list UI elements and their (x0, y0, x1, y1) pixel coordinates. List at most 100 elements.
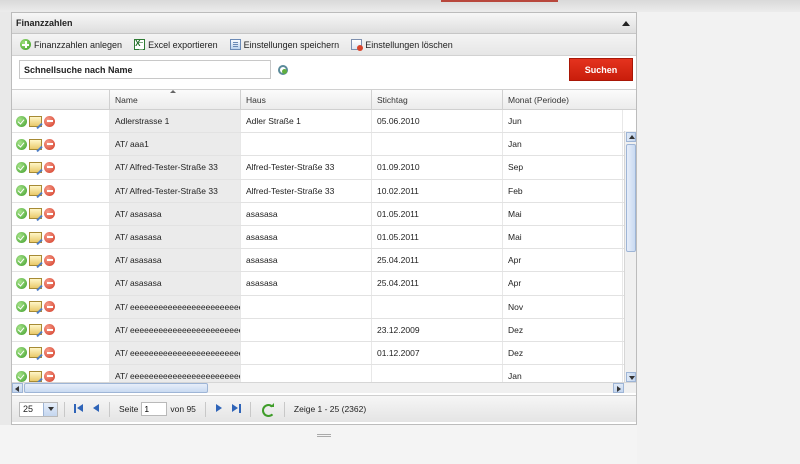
scroll-down-icon[interactable] (626, 372, 636, 382)
cell-stichtag: 23.12.2009 (372, 318, 503, 341)
current-page-input[interactable] (141, 402, 168, 416)
table-row[interactable]: AT/ eeeeeeeeeeeeeeeeeeeeeeee Nov (12, 295, 636, 319)
page-bottom-area (0, 425, 637, 464)
collapse-button[interactable] (621, 18, 631, 28)
confirm-icon[interactable] (16, 347, 27, 359)
search-button[interactable]: Suchen (569, 58, 633, 81)
horizontal-scroll-thumb[interactable] (24, 383, 208, 393)
confirm-icon[interactable] (16, 115, 27, 127)
table-row[interactable]: AT/ asasasa asasasa 25.04.2011 Apr (12, 272, 636, 296)
quick-search-input[interactable] (19, 60, 271, 79)
remove-icon[interactable] (44, 370, 55, 382)
confirm-icon[interactable] (16, 161, 27, 173)
table-row[interactable]: AT/ Alfred-Tester-Straße 33 Alfred-Tester… (12, 156, 636, 180)
cell-haus: Alfred-Tester-Straße 33 (241, 179, 372, 202)
horizontal-scrollbar[interactable] (12, 382, 636, 393)
remove-icon[interactable] (44, 231, 55, 243)
excel-export-button[interactable]: Excel exportieren (134, 39, 218, 50)
remove-icon[interactable] (44, 185, 55, 197)
confirm-icon[interactable] (16, 277, 27, 289)
edit-icon[interactable] (29, 208, 42, 220)
previous-page-icon[interactable] (89, 403, 101, 415)
table-row[interactable]: AT/ asasasa asasasa 01.05.2011 Mai (12, 202, 636, 226)
data-grid: Name Haus Stichtag Monat (Periode) Adler… (12, 89, 636, 382)
pagination-bar: 25 Seite von 95 Zeige 1 - 25 (2362) (12, 395, 636, 422)
empty-area (637, 12, 800, 464)
cell-monat: Mai (503, 225, 623, 249)
remove-icon[interactable] (44, 277, 55, 289)
column-header-haus[interactable]: Haus (241, 90, 372, 109)
cell-name: AT/ eeeeeeeeeeeeeeeeeeeeeeee (110, 295, 241, 318)
add-finanzzahlen-button[interactable]: Finanzzahlen anlegen (20, 39, 122, 50)
column-header-actions[interactable] (12, 90, 110, 109)
edit-icon[interactable] (29, 324, 42, 336)
next-page-icon[interactable] (214, 403, 226, 415)
edit-icon[interactable] (29, 254, 42, 266)
remove-icon[interactable] (44, 324, 55, 336)
confirm-icon[interactable] (16, 370, 27, 382)
edit-icon[interactable] (29, 347, 42, 359)
cell-haus: asasasa (241, 225, 372, 249)
remove-icon[interactable] (44, 254, 55, 266)
edit-icon[interactable] (29, 277, 42, 289)
save-settings-button[interactable]: Einstellungen speichern (229, 39, 339, 50)
edit-icon[interactable] (29, 115, 42, 127)
confirm-icon[interactable] (16, 138, 27, 150)
confirm-icon[interactable] (16, 208, 27, 220)
confirm-icon[interactable] (16, 185, 27, 197)
table-row[interactable]: AT/ asasasa asasasa 01.05.2011 Mai (12, 225, 636, 250)
cell-stichtag (372, 133, 503, 156)
cell-name: AT/ asasasa (110, 225, 241, 249)
table-row[interactable]: Adlerstrasse 1 Adler Straße 1 05.06.2010 Ju… (12, 110, 636, 134)
remove-icon[interactable] (44, 347, 55, 359)
cell-stichtag: 05.06.2010 (372, 110, 503, 133)
edit-icon[interactable] (29, 185, 42, 197)
cell-monat: Sep (503, 156, 623, 179)
last-page-icon[interactable] (230, 403, 242, 415)
refresh-icon[interactable] (261, 402, 275, 417)
column-header-name[interactable]: Name (110, 90, 241, 109)
search-filter-icon[interactable] (277, 64, 288, 75)
remove-icon[interactable] (44, 208, 55, 220)
vertical-scroll-thumb[interactable] (626, 144, 636, 252)
cell-name: AT/ eeeeeeeeeeeeeeeeeeeeeeee (110, 341, 241, 365)
collapse-icon (622, 20, 630, 26)
column-header-stichtag[interactable]: Stichtag (372, 90, 503, 109)
column-header-monat[interactable]: Monat (Periode) (503, 90, 623, 109)
row-actions (12, 249, 110, 272)
resize-handle[interactable] (317, 434, 331, 437)
vertical-scrollbar[interactable] (624, 131, 636, 382)
edit-icon[interactable] (29, 301, 42, 313)
first-page-icon[interactable] (73, 403, 85, 415)
edit-icon[interactable] (29, 138, 42, 150)
confirm-icon[interactable] (16, 254, 27, 266)
page-size-select[interactable]: 25 (19, 401, 58, 417)
remove-icon[interactable] (44, 138, 55, 150)
remove-icon[interactable] (44, 115, 55, 127)
table-row[interactable]: AT/ asasasa asasasa 25.04.2011 Apr (12, 249, 636, 273)
delete-settings-button[interactable]: Einstellungen löschen (351, 39, 453, 51)
edit-icon[interactable] (29, 161, 42, 173)
confirm-icon[interactable] (16, 231, 27, 243)
paging-summary: Zeige 1 - 25 (2362) (293, 404, 367, 414)
edit-icon[interactable] (29, 231, 42, 243)
scroll-up-icon[interactable] (626, 132, 636, 142)
table-row[interactable]: AT/ eeeeeeeeeeeeeeeeeeeeeeee Jan (12, 365, 636, 382)
remove-icon[interactable] (44, 301, 55, 313)
page-label: Seite (119, 404, 139, 414)
confirm-icon[interactable] (16, 324, 27, 336)
table-row[interactable]: AT/ Alfred-Tester-Straße 33 Alfred-Tester… (12, 179, 636, 203)
scroll-left-icon[interactable] (12, 383, 23, 393)
table-row[interactable]: AT/ eeeeeeeeeeeeeeeeeeeeeeee 01.12.2007 De… (12, 341, 636, 366)
scroll-right-icon[interactable] (613, 383, 624, 393)
pager-separator (109, 401, 110, 417)
table-row[interactable]: AT/ aaa1 Jan (12, 133, 636, 157)
cell-haus: asasasa (241, 249, 372, 272)
confirm-icon[interactable] (16, 301, 27, 313)
remove-icon[interactable] (44, 161, 55, 173)
edit-icon[interactable] (29, 370, 42, 382)
cell-monat: Dez (503, 318, 623, 341)
top-strip (0, 0, 800, 12)
table-row[interactable]: AT/ eeeeeeeeeeeeeeeeeeeeeeee 23.12.2009 De… (12, 318, 636, 342)
finanzzahlen-panel: Finanzzahlen Finanzzahlen anlegen Excel … (11, 12, 637, 437)
